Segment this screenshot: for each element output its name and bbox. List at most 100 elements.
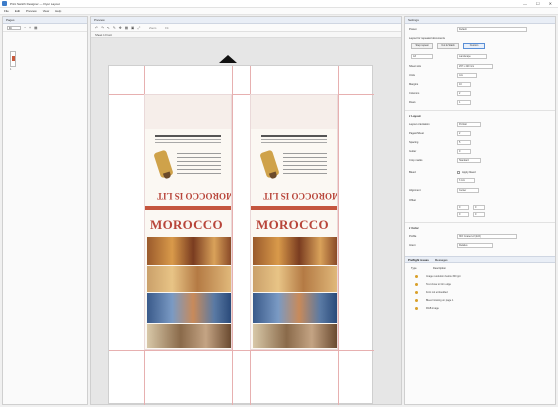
color-section-header[interactable]: ▾ Color (409, 225, 419, 230)
layout-section-title: Layout (411, 113, 421, 118)
tab-messages[interactable]: Messages (435, 258, 448, 262)
issues-column-type: Type (411, 267, 417, 270)
pen-illustration (259, 149, 280, 179)
flyer-body-text (283, 153, 327, 177)
zoom-out-icon[interactable]: − (24, 26, 26, 30)
pen-illustration (153, 149, 174, 179)
issue-row[interactable]: Image resolution below 300 ppi (415, 274, 461, 279)
crop-line (338, 66, 339, 405)
menu-file[interactable]: File (4, 9, 9, 13)
layout-mode-label: Layout for repeated documents (409, 37, 445, 40)
grid-icon[interactable]: ▦ (125, 26, 128, 30)
sheet-selector[interactable]: Sheet 1 Front (91, 32, 401, 38)
units-field[interactable]: mm (457, 73, 477, 78)
redo-icon[interactable]: ↷ (101, 26, 104, 30)
collapse-icon: ▾ (409, 225, 411, 230)
maximize-button[interactable]: ☐ (536, 1, 540, 6)
flyer-photo (253, 237, 337, 265)
select-icon[interactable]: ↖ (107, 26, 110, 30)
layout-section-header[interactable]: ▾ Layout (409, 113, 421, 118)
offset-top-field[interactable]: 0 (457, 205, 469, 210)
settings-panel-header: Settings (405, 17, 555, 24)
rows-field[interactable]: 1 (457, 100, 471, 105)
sheet-size-select[interactable]: A3 (411, 54, 433, 59)
intent-select[interactable]: Relative (457, 243, 493, 248)
cut-stack-button[interactable]: Cut & Stack (437, 43, 459, 49)
layout-orientation-select[interactable]: Portrait (457, 122, 481, 127)
rows-label: Rows (409, 101, 416, 104)
fit-icon[interactable]: ⤢ (137, 26, 140, 30)
bleed-field[interactable]: 3 mm (457, 178, 475, 183)
collapse-icon: ▾ (409, 113, 411, 118)
flyer-red-bar (251, 206, 337, 210)
pages-per-sheet-label: Pages/Sheet (409, 132, 424, 135)
move-icon[interactable]: ✥ (119, 26, 122, 30)
flyer-photo (253, 293, 337, 323)
warning-icon (415, 307, 418, 310)
tab-preflight-issues[interactable]: Preflight issues (408, 258, 429, 262)
flyer-left[interactable]: MOROCCO IS LIT MOROCCO (144, 94, 232, 350)
window-title: Print Switch Designer — Flyer Layout (10, 1, 60, 6)
crop-marks-label: Crop marks (409, 159, 423, 162)
menu-view[interactable]: View (43, 9, 49, 13)
step-repeat-button[interactable]: Step repeat (411, 43, 433, 49)
columns-field[interactable]: 2 (457, 91, 471, 96)
layout-orientation-label: Layout orientation (409, 123, 430, 126)
zoom-in-icon[interactable]: + (29, 26, 31, 30)
margins-field[interactable]: 10 (457, 82, 471, 87)
pages-toolbar: Fit − + ▦ (3, 24, 87, 32)
zoom-value[interactable]: Fit (165, 26, 168, 30)
close-button[interactable]: ✕ (549, 1, 552, 6)
alignment-label: Alignment (409, 189, 421, 192)
print-sheet[interactable]: MOROCCO IS LIT MOROCCO MOROCCO IS LIT MO… (108, 65, 374, 405)
minimize-button[interactable]: — (523, 1, 527, 6)
undo-icon[interactable]: ↶ (95, 26, 98, 30)
zoom-label: Zoom (149, 25, 157, 30)
pages-panel: Pages Fit − + ▦ 1 (2, 16, 88, 405)
profile-label: Profile (409, 235, 417, 238)
page-thumbnail[interactable] (10, 51, 16, 67)
menu-edit[interactable]: Edit (15, 9, 20, 13)
orientation-select[interactable]: Landscape (457, 54, 487, 59)
menu-preview[interactable]: Preview (26, 9, 37, 13)
offset-right-field[interactable]: 0 (473, 205, 485, 210)
edit-icon[interactable]: ✎ (113, 26, 116, 30)
pages-per-sheet-field[interactable]: 2 (457, 131, 471, 136)
flyer-blank-area (251, 95, 337, 129)
issue-row[interactable]: RGB image (415, 306, 439, 311)
grid-icon[interactable]: ▦ (34, 26, 37, 30)
gutter-field[interactable]: 0 (457, 149, 471, 154)
flyer-photo (253, 324, 337, 348)
crop-marks-select[interactable]: Standard (457, 158, 481, 163)
issue-row[interactable]: Bleed missing on page 1 (415, 298, 453, 303)
sheet-size-field[interactable]: 297 x 420 mm (457, 64, 493, 69)
gutter-label: Gutter (409, 150, 417, 153)
menu-bar: File Edit Preview View Help (0, 8, 558, 15)
flyer-red-heading: MOROCCO IS LIT (157, 191, 232, 201)
spacing-field[interactable]: 5 (457, 140, 471, 145)
apply-bleed-checkbox[interactable] (457, 171, 460, 174)
offset-bottom-field[interactable]: 0 (457, 212, 469, 217)
preset-select[interactable]: Default (457, 27, 527, 32)
profile-select[interactable]: ISO Coated v2 (ECI) (457, 234, 517, 239)
warning-icon (415, 283, 418, 286)
flyer-text-block (261, 135, 327, 145)
flyer-heading: MOROCCO (150, 217, 223, 232)
alignment-select[interactable]: Center (457, 188, 479, 193)
page-thumbnail-label: 1 (10, 68, 12, 71)
preview-panel-header: Preview (91, 17, 401, 24)
settings-panel: Settings Preset Default Layout for repea… (404, 16, 556, 405)
issue-row[interactable]: Font not embedded (415, 290, 448, 295)
app-icon (2, 1, 7, 6)
issue-row[interactable]: Text close to trim edge (415, 282, 451, 287)
pages-zoom-select[interactable]: Fit (7, 25, 21, 30)
menu-help[interactable]: Help (55, 9, 61, 13)
flyer-right[interactable]: MOROCCO IS LIT MOROCCO (250, 94, 338, 350)
offset-left-field[interactable]: 0 (473, 212, 485, 217)
columns-label: Columns (409, 92, 420, 95)
custom-layout-button[interactable]: Custom (463, 43, 485, 49)
issues-column-description: Description (433, 267, 446, 270)
frame-icon[interactable]: ▣ (131, 26, 134, 30)
title-bar: Print Switch Designer — Flyer Layout — ☐… (0, 0, 558, 8)
flyer-body-text (177, 153, 221, 177)
